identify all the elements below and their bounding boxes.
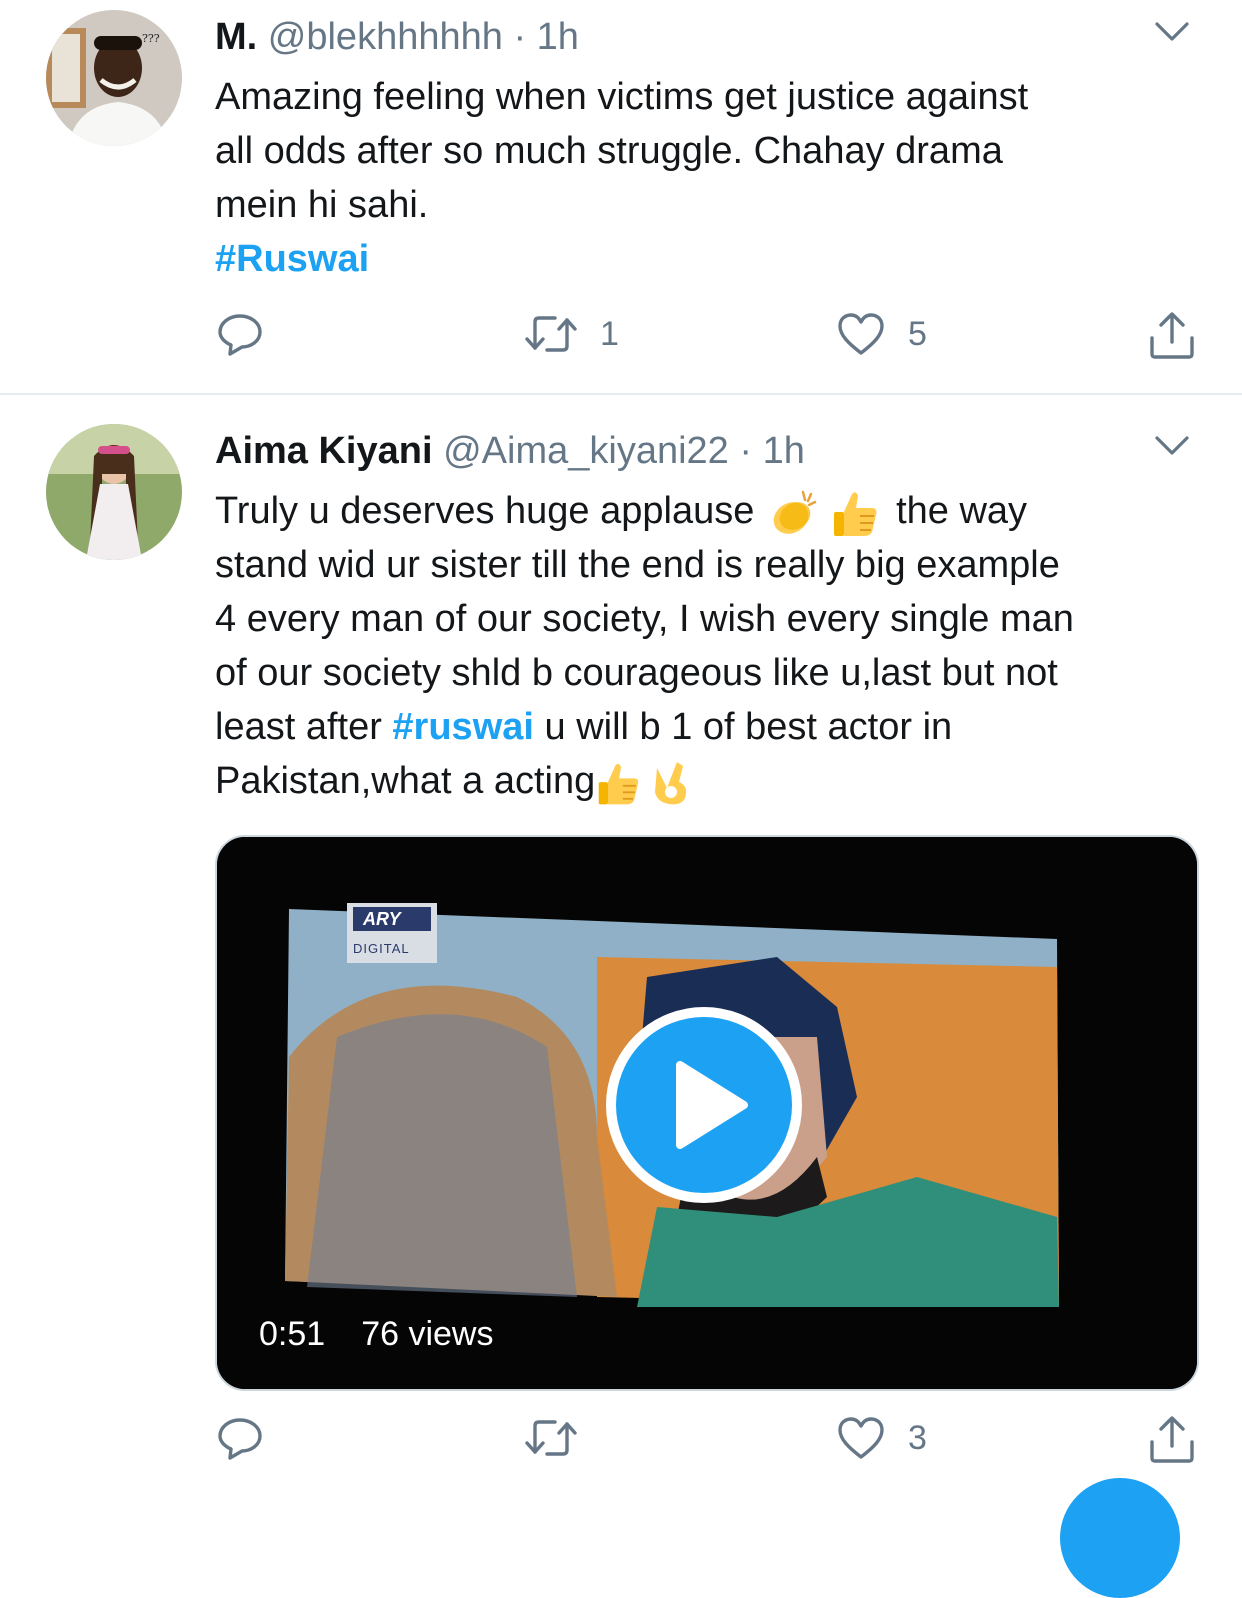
tweet-text: Amazing feeling when victims get justice… bbox=[215, 70, 1205, 286]
like-icon bbox=[838, 1417, 884, 1459]
compose-tweet-button[interactable] bbox=[1060, 1478, 1180, 1598]
tweet-1[interactable]: ??? M. @blekhhhhhh · 1h Amazing feeling … bbox=[0, 0, 1242, 394]
separator: · bbox=[513, 16, 527, 58]
chevron-down-icon[interactable] bbox=[1154, 20, 1190, 44]
clap-emoji bbox=[773, 490, 817, 534]
retweet-button[interactable]: 1 bbox=[524, 310, 619, 358]
video-meta: 0:51 76 views bbox=[259, 1315, 493, 1354]
tweet-text-line: Amazing feeling when victims get justice… bbox=[215, 76, 1029, 118]
retweet-button[interactable] bbox=[524, 1414, 600, 1462]
thumbs-up-emoji bbox=[598, 763, 639, 805]
handle[interactable]: @Aima_kiyani22 bbox=[443, 430, 729, 472]
tweet-text-line: all odds after so much struggle. Chahay … bbox=[215, 130, 1003, 172]
tweet-text-line: Pakistan,what a acting bbox=[215, 754, 1205, 808]
share-icon bbox=[1150, 312, 1194, 359]
video-player[interactable]: ARY DIGITAL 0:51 76 views bbox=[215, 835, 1199, 1391]
like-button[interactable]: 3 bbox=[836, 1414, 927, 1462]
tweet-text-segment: u will b 1 of best actor in bbox=[533, 706, 953, 748]
tweet-text-line: Truly u deserves huge applause the way bbox=[215, 484, 1205, 538]
like-count: 5 bbox=[908, 314, 927, 353]
timestamp[interactable]: 1h bbox=[537, 16, 579, 58]
retweet-icon bbox=[525, 316, 577, 352]
retweet-count: 1 bbox=[600, 314, 619, 353]
tweet-actions: 3 bbox=[0, 1414, 1242, 1474]
avatar[interactable] bbox=[46, 424, 182, 560]
reply-icon bbox=[218, 314, 262, 356]
reply-button[interactable] bbox=[216, 310, 264, 358]
share-icon bbox=[1150, 1416, 1194, 1463]
tweet-text-segment: the way bbox=[896, 490, 1028, 532]
hashtag-link[interactable]: #ruswai bbox=[392, 706, 534, 748]
tweet-header: Aima Kiyani @Aima_kiyani22 · 1h bbox=[215, 428, 805, 474]
tweet-text-segment: Pakistan,what a acting bbox=[215, 760, 596, 802]
display-name[interactable]: Aima Kiyani bbox=[215, 430, 433, 472]
play-icon bbox=[676, 1061, 748, 1149]
video-duration: 0:51 bbox=[259, 1315, 326, 1353]
like-icon bbox=[838, 313, 884, 355]
channel-logo-text: ARY bbox=[363, 909, 401, 929]
tweet-2[interactable]: Aima Kiyani @Aima_kiyani22 · 1h Truly u … bbox=[0, 396, 1242, 1492]
tweet-actions: 1 5 bbox=[0, 310, 1242, 370]
like-button[interactable]: 5 bbox=[836, 310, 927, 358]
tweet-text-line: stand wid ur sister till the end is real… bbox=[215, 544, 1060, 586]
reply-button[interactable] bbox=[216, 1414, 264, 1462]
tweet-text-line: 4 every man of our society, I wish every… bbox=[215, 598, 1074, 640]
hashtag-link[interactable]: #Ruswai bbox=[215, 232, 1205, 286]
play-button[interactable] bbox=[606, 1007, 802, 1203]
share-button[interactable] bbox=[1148, 310, 1196, 360]
channel-logo-subtext: DIGITAL bbox=[353, 941, 410, 956]
avatar[interactable]: ??? bbox=[46, 10, 182, 146]
tweet-text-line: least after #ruswai u will b 1 of best a… bbox=[215, 700, 1205, 754]
display-name[interactable]: M. bbox=[215, 16, 257, 58]
ok-hand-emoji bbox=[655, 761, 687, 805]
tweet-text-segment: Truly u deserves huge applause bbox=[215, 490, 755, 532]
video-views: 76 views bbox=[361, 1315, 494, 1353]
thumbs-up-emoji bbox=[833, 492, 876, 536]
chevron-down-icon[interactable] bbox=[1154, 434, 1190, 458]
tweet-text: Truly u deserves huge applause the way s… bbox=[215, 484, 1205, 808]
like-count: 3 bbox=[908, 1418, 927, 1457]
tweet-text-segment: least after bbox=[215, 706, 393, 748]
retweet-icon bbox=[525, 1420, 577, 1456]
share-button[interactable] bbox=[1148, 1414, 1196, 1464]
avatar-badge-text: ??? bbox=[142, 32, 160, 45]
tweet-header: M. @blekhhhhhh · 1h bbox=[215, 14, 579, 60]
tweet-text-line: mein hi sahi. bbox=[215, 184, 429, 226]
timestamp[interactable]: 1h bbox=[763, 430, 805, 472]
tweet-divider bbox=[0, 393, 1242, 395]
handle[interactable]: @blekhhhhhh bbox=[268, 16, 503, 58]
separator: · bbox=[739, 430, 753, 472]
tweet-text-line: of our society shld b courageous like u,… bbox=[215, 652, 1058, 694]
reply-icon bbox=[218, 1418, 262, 1460]
